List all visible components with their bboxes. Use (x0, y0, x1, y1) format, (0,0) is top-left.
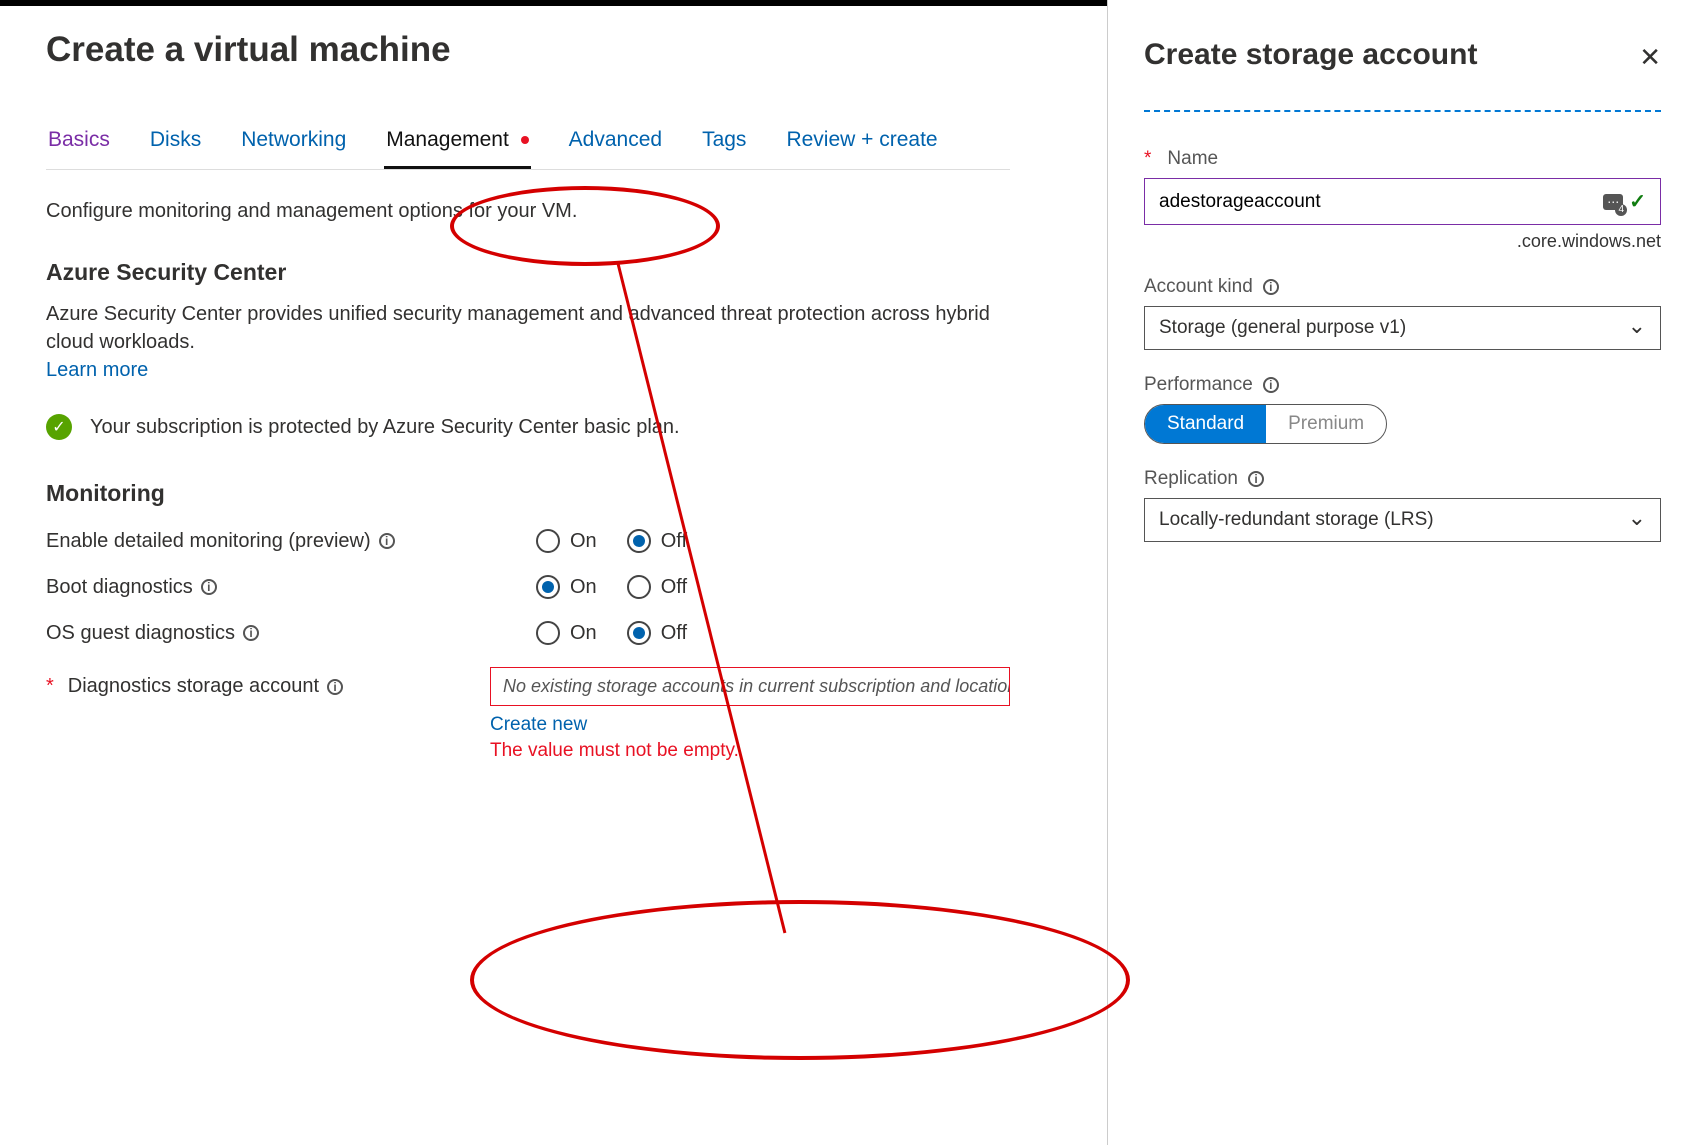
name-input[interactable] (1159, 191, 1603, 213)
valid-check-icon: ✓ (1629, 189, 1646, 214)
info-icon[interactable]: i (379, 533, 395, 549)
tab-disks[interactable]: Disks (148, 120, 203, 169)
info-icon[interactable]: i (1263, 279, 1279, 295)
boot-on-radio[interactable]: On (536, 575, 597, 599)
monitoring-heading: Monitoring (46, 480, 1010, 507)
required-asterisk: * (1144, 148, 1151, 170)
security-heading: Azure Security Center (46, 259, 1010, 286)
tab-networking[interactable]: Networking (239, 120, 348, 169)
boot-off-radio[interactable]: Off (627, 575, 687, 599)
detailed-off-radio[interactable]: Off (627, 529, 687, 553)
create-new-link[interactable]: Create new (490, 714, 1010, 736)
diag-storage-label: Diagnostics storage account (68, 675, 319, 698)
replication-value: Locally-redundant storage (LRS) (1159, 509, 1434, 531)
tab-bar: Basics Disks Networking Management Advan… (46, 120, 1010, 170)
required-asterisk: * (46, 675, 54, 698)
diag-storage-select[interactable]: No existing storage accounts in current … (490, 667, 1010, 706)
chevron-down-icon (1628, 317, 1646, 339)
tab-tags[interactable]: Tags (700, 120, 748, 169)
os-diagnostics-label: OS guest diagnostics (46, 622, 235, 645)
field-detailed-monitoring: Enable detailed monitoring (preview) i O… (46, 529, 1010, 553)
performance-premium[interactable]: Premium (1266, 405, 1386, 443)
security-status: ✓ Your subscription is protected by Azur… (46, 414, 1010, 440)
security-text: Azure Security Center provides unified s… (46, 303, 990, 353)
tab-basics[interactable]: Basics (46, 120, 112, 169)
page-title: Create a virtual machine (46, 30, 1010, 70)
detailed-on-radio[interactable]: On (536, 529, 597, 553)
os-on-radio[interactable]: On (536, 621, 597, 645)
annotation-ellipse-field (470, 900, 1130, 1060)
name-input-wrapper: ⋯ ✓ (1144, 178, 1661, 225)
tab-management-label: Management (386, 128, 509, 151)
account-kind-select[interactable]: Storage (general purpose v1) (1144, 306, 1661, 350)
chevron-down-icon (1628, 509, 1646, 531)
info-icon[interactable]: i (327, 679, 343, 695)
keyboard-badge-icon: ⋯ (1603, 194, 1623, 210)
replication-label: Replication (1144, 468, 1238, 490)
os-off-radio[interactable]: Off (627, 621, 687, 645)
field-os-diagnostics: OS guest diagnostics i On Off (46, 621, 1010, 645)
name-label: Name (1167, 148, 1218, 170)
tab-review[interactable]: Review + create (784, 120, 939, 169)
panel-title: Create storage account (1144, 38, 1477, 72)
validation-error: The value must not be empty. (490, 740, 1010, 762)
create-storage-panel: Create storage account ✕ * Name ⋯ ✓ .cor… (1107, 0, 1697, 1145)
tab-description: Configure monitoring and management opti… (46, 200, 1010, 223)
panel-separator (1144, 110, 1661, 112)
domain-suffix: .core.windows.net (1144, 231, 1661, 252)
learn-more-link[interactable]: Learn more (46, 359, 148, 381)
error-dot-icon (521, 136, 529, 144)
detailed-monitoring-label: Enable detailed monitoring (preview) (46, 530, 371, 553)
security-status-text: Your subscription is protected by Azure … (90, 416, 680, 439)
tab-advanced[interactable]: Advanced (567, 120, 664, 169)
security-paragraph: Azure Security Center provides unified s… (46, 300, 1010, 384)
info-icon[interactable]: i (1263, 377, 1279, 393)
performance-standard[interactable]: Standard (1145, 405, 1266, 443)
replication-select[interactable]: Locally-redundant storage (LRS) (1144, 498, 1661, 542)
performance-label: Performance (1144, 374, 1253, 396)
info-icon[interactable]: i (243, 625, 259, 641)
account-kind-value: Storage (general purpose v1) (1159, 317, 1406, 339)
performance-toggle: Standard Premium (1144, 404, 1387, 444)
info-icon[interactable]: i (1248, 471, 1264, 487)
close-icon[interactable]: ✕ (1639, 42, 1661, 73)
check-circle-icon: ✓ (46, 414, 72, 440)
account-kind-label: Account kind (1144, 276, 1253, 298)
info-icon[interactable]: i (201, 579, 217, 595)
field-diag-storage: * Diagnostics storage account i No exist… (46, 667, 1010, 762)
main-content: Create a virtual machine Basics Disks Ne… (0, 0, 1056, 814)
boot-diagnostics-label: Boot diagnostics (46, 576, 193, 599)
field-boot-diagnostics: Boot diagnostics i On Off (46, 575, 1010, 599)
tab-management[interactable]: Management (384, 120, 530, 169)
